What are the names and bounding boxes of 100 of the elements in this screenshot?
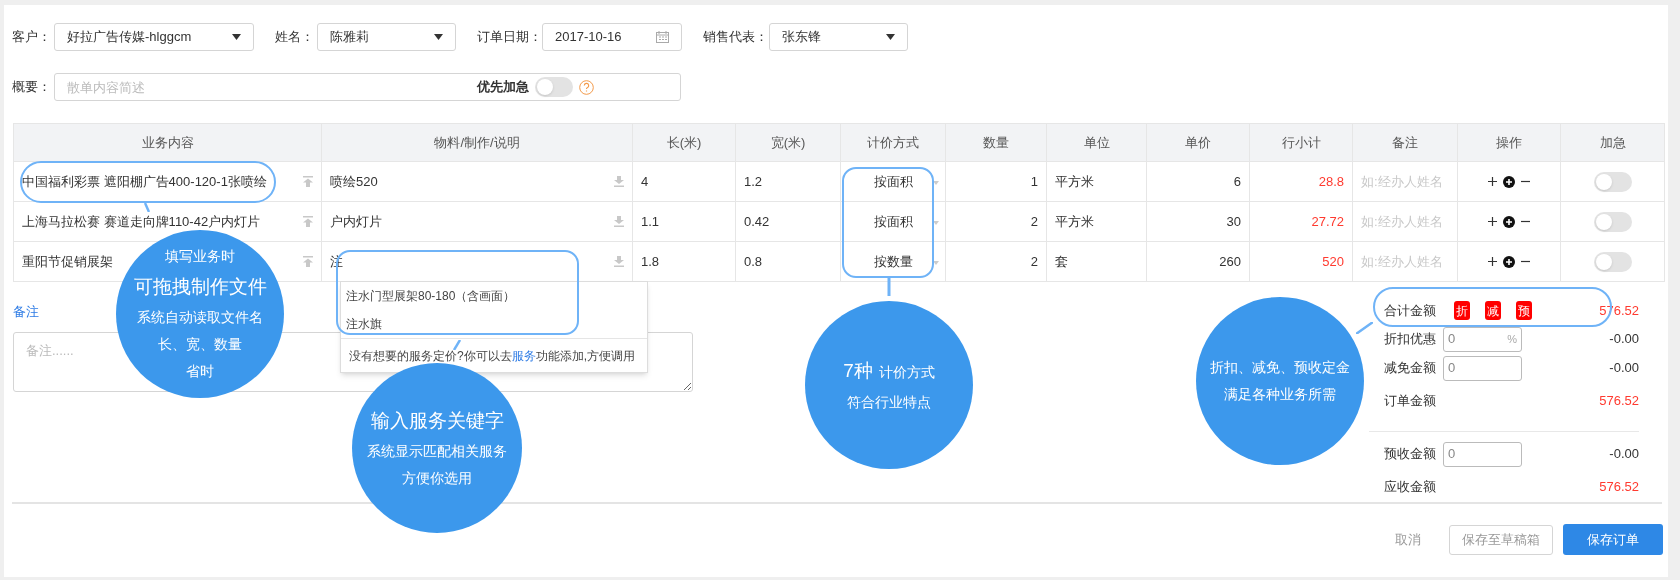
- table-cell: 1.8: [641, 253, 660, 269]
- field-label: 销售代表：: [703, 28, 769, 47]
- caret-icon: [933, 260, 939, 265]
- hint-text: 功能添加,方便调用: [535, 347, 636, 365]
- column-header: 单位: [1046, 123, 1147, 162]
- table-cell: 4: [641, 173, 649, 189]
- hint-text: 没有想要的服务定价?你可以去: [349, 347, 512, 365]
- callout-text: 符合行业特点: [847, 392, 931, 412]
- table-cell: 1: [1030, 173, 1038, 189]
- table-cell: 2: [1030, 253, 1038, 269]
- field-label: 订单日期：: [477, 28, 542, 47]
- discount-tag[interactable]: 预: [1516, 301, 1532, 321]
- table-cell: 28.8: [1318, 173, 1344, 189]
- callout-text: 省时: [186, 362, 214, 382]
- calendar-icon: [656, 31, 669, 43]
- field-label: 客户：: [12, 28, 52, 47]
- caret-icon: [886, 34, 895, 40]
- notes-link[interactable]: 备注: [13, 302, 39, 322]
- leader-line: [144, 203, 150, 212]
- upload-icon[interactable]: [303, 256, 313, 267]
- table-cell: 0.42: [744, 213, 770, 229]
- column-header: 计价方式: [840, 123, 946, 162]
- table-cell: 套: [1055, 253, 1068, 269]
- download-icon[interactable]: [614, 216, 624, 227]
- amount-value: 576.52: [1599, 477, 1639, 496]
- select-field[interactable]: 好拉广告传媒-hlggcm: [54, 23, 254, 51]
- date-field[interactable]: 2017-10-16: [542, 23, 682, 51]
- discount-tag[interactable]: 减: [1485, 301, 1501, 321]
- amount-value: -0.00: [1609, 330, 1639, 349]
- download-icon[interactable]: [614, 176, 624, 187]
- toggle-switch[interactable]: [1593, 171, 1632, 192]
- column-header: 行小计: [1249, 123, 1353, 162]
- column-header: 物料/制作/说明: [321, 123, 633, 162]
- upload-icon[interactable]: [303, 176, 313, 187]
- table-cell: 平方米: [1055, 173, 1094, 189]
- total-label: 合计金额: [1384, 302, 1437, 320]
- leader-line: [1356, 322, 1373, 334]
- amount-label: 应收金额: [1384, 477, 1437, 496]
- column-header: 业务内容: [13, 123, 322, 162]
- amount-field[interactable]: 0 %: [1443, 326, 1522, 352]
- cancel-button[interactable]: 取消: [1387, 524, 1429, 555]
- callout-text: 7种: [843, 359, 873, 384]
- table-cell-text: 户内灯片: [330, 212, 382, 231]
- toggle-switch[interactable]: [1593, 211, 1632, 232]
- leader-line: [453, 340, 461, 350]
- callout-text: 方便你选用: [402, 469, 472, 489]
- callout-text: 系统显示匹配相关服务: [367, 442, 507, 462]
- download-icon[interactable]: [614, 256, 624, 267]
- column-header: 长(米): [632, 123, 736, 162]
- callout-text: 系统自动读取文件名: [137, 308, 263, 328]
- table-cell: 260: [1219, 253, 1241, 269]
- amount-field[interactable]: 0: [1443, 355, 1522, 381]
- amount-value: -0.00: [1609, 359, 1639, 378]
- caret-icon: [933, 220, 939, 225]
- callout-text: 满足各种业务所需: [1224, 385, 1336, 404]
- callout-text: 长、宽、数量: [158, 335, 242, 355]
- column-header: 操作: [1457, 123, 1561, 162]
- services-link[interactable]: 服务: [511, 346, 536, 365]
- caret-icon: [232, 34, 241, 40]
- table-cell: 30: [1226, 213, 1241, 229]
- plus-icon[interactable]: [1488, 217, 1497, 226]
- column-header: 加急: [1560, 123, 1665, 162]
- toggle-switch[interactable]: [535, 77, 573, 97]
- save-order-button[interactable]: 保存订单: [1563, 524, 1663, 555]
- toggle-switch[interactable]: [1593, 251, 1632, 272]
- add-circle-icon[interactable]: [1503, 255, 1515, 268]
- amount-value: 576.52: [1599, 391, 1639, 410]
- suggestion-item[interactable]: 注水门型展架80-180（含画面）: [341, 282, 647, 310]
- plus-icon[interactable]: [1488, 177, 1497, 186]
- table-cell: 0.8: [744, 253, 763, 269]
- table-cell-text: 中国福利彩票 遮阳棚广告400-120-1张喷绘: [22, 172, 267, 191]
- table-cell: 27.72: [1311, 213, 1344, 229]
- column-header: 宽(米): [735, 123, 841, 162]
- column-header: 数量: [945, 123, 1047, 162]
- table-cell: 520: [1322, 253, 1344, 269]
- table-cell: 6: [1233, 173, 1241, 189]
- select-field[interactable]: 陈雅莉: [317, 23, 456, 51]
- table-cell: 2: [1030, 213, 1038, 229]
- upload-icon[interactable]: [303, 216, 313, 227]
- plus-icon[interactable]: [1488, 257, 1497, 266]
- select-field[interactable]: 张东锋: [769, 23, 908, 51]
- table-cell-text: 重阳节促销展架: [22, 252, 113, 271]
- percent-sign: %: [1507, 331, 1517, 347]
- table-cell-text: 按数量: [873, 252, 913, 271]
- help-icon[interactable]: [579, 79, 594, 95]
- caret-icon: [933, 180, 939, 185]
- callout-text: 填写业务时: [165, 246, 235, 266]
- column-header: 单价: [1146, 123, 1250, 162]
- callout-text: 折扣、减免、预收定金: [1210, 358, 1350, 377]
- table-cell-text: 按面积: [873, 212, 913, 231]
- field-label: 姓名：: [275, 28, 315, 47]
- field-label: 概要：: [12, 78, 52, 97]
- amount-label: 折扣优惠: [1384, 330, 1437, 349]
- add-circle-icon[interactable]: [1503, 215, 1515, 228]
- amount-field[interactable]: 0: [1443, 441, 1522, 467]
- add-circle-icon[interactable]: [1503, 175, 1515, 188]
- table-cell: 1.2: [744, 173, 763, 189]
- save-draft-button[interactable]: 保存至草稿箱: [1449, 524, 1553, 555]
- discount-tag[interactable]: 折: [1454, 301, 1470, 321]
- amount-label: 订单金额: [1384, 391, 1437, 410]
